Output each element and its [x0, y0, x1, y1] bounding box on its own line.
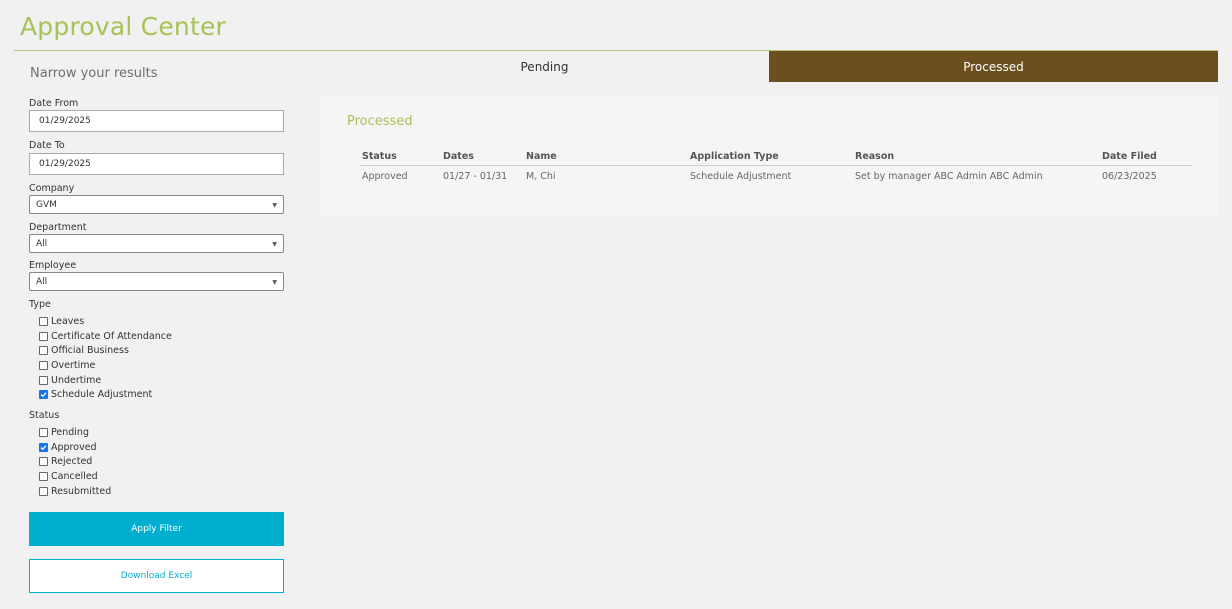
checkbox[interactable]: [39, 375, 48, 385]
status-option[interactable]: Rejected: [39, 454, 111, 469]
tab-bar: Pending Processed: [320, 51, 1218, 82]
chevron-down-icon: ▼: [272, 241, 277, 248]
date-from-label: Date From: [29, 98, 79, 109]
type-label: Type: [29, 299, 51, 310]
apply-filter-button[interactable]: Apply Filter: [29, 512, 284, 546]
status-option-label: Cancelled: [51, 470, 98, 482]
filter-heading: Narrow your results: [30, 66, 158, 81]
type-option-label: Schedule Adjustment: [51, 389, 153, 401]
checkbox[interactable]: [39, 471, 48, 481]
table-header: Status Dates Name Application Type Reaso…: [360, 148, 1192, 166]
column-header[interactable]: Dates: [443, 151, 526, 162]
tab-processed[interactable]: Processed: [769, 51, 1218, 82]
company-select-value: GVM: [36, 199, 57, 210]
dates-cell: 01/27 - 01/31: [443, 171, 508, 182]
employee-select[interactable]: All ▼: [29, 272, 284, 291]
status-label: Status: [29, 410, 60, 421]
company-label: Company: [29, 183, 75, 194]
department-select-value: All: [36, 238, 48, 249]
status-option[interactable]: Cancelled: [39, 469, 111, 484]
type-option[interactable]: Leaves: [39, 314, 172, 329]
status-option[interactable]: Approved: [39, 440, 111, 455]
date-from-input[interactable]: [29, 110, 284, 132]
column-header[interactable]: Reason: [855, 151, 1102, 162]
checkbox[interactable]: [39, 316, 48, 326]
employee-select-value: All: [36, 276, 48, 287]
type-option-label: Undertime: [51, 374, 102, 386]
type-option-label: Certificate Of Attendance: [51, 330, 172, 342]
tab-pending[interactable]: Pending: [320, 51, 769, 82]
checkbox-checked[interactable]: [39, 390, 48, 400]
application-type-cell: Schedule Adjustment: [690, 171, 792, 182]
date-to-label: Date To: [29, 140, 65, 151]
status-option-label: Resubmitted: [51, 485, 112, 497]
type-option-label: Leaves: [51, 315, 85, 327]
column-header[interactable]: Name: [526, 151, 690, 162]
download-excel-button[interactable]: Download Excel: [29, 559, 284, 593]
status-option[interactable]: Resubmitted: [39, 484, 111, 499]
department-label: Department: [29, 222, 87, 233]
checkbox[interactable]: [39, 360, 48, 370]
checkbox[interactable]: [39, 331, 48, 341]
name-cell: M, Chi: [526, 171, 556, 182]
employee-label: Employee: [29, 260, 77, 271]
checkbox[interactable]: [39, 486, 48, 496]
column-header[interactable]: Application Type: [690, 151, 855, 162]
date-filed-cell: 06/23/2025: [1102, 171, 1157, 182]
type-option[interactable]: Schedule Adjustment: [39, 387, 172, 402]
status-option-label: Approved: [51, 441, 97, 453]
check-icon: [40, 444, 47, 450]
department-select[interactable]: All ▼: [29, 234, 284, 253]
results-panel: Processed Status Dates Name Application …: [320, 96, 1218, 215]
type-option[interactable]: Certificate Of Attendance: [39, 329, 172, 344]
checkbox[interactable]: [39, 457, 48, 467]
results-table: Status Dates Name Application Type Reaso…: [360, 148, 1192, 187]
type-option-label: Overtime: [51, 359, 96, 371]
date-to-input[interactable]: [29, 153, 284, 175]
company-select[interactable]: GVM ▼: [29, 195, 284, 214]
check-icon: [40, 392, 47, 398]
type-checkbox-list: Leaves Certificate Of Attendance Official …: [39, 314, 172, 402]
checkbox-checked[interactable]: [39, 442, 48, 452]
results-title: Processed: [347, 114, 413, 129]
chevron-down-icon: ▼: [272, 202, 277, 209]
type-option[interactable]: Undertime: [39, 373, 172, 388]
reason-cell: Set by manager ABC Admin ABC Admin: [855, 171, 1043, 182]
checkbox[interactable]: [39, 346, 48, 356]
status-option-label: Rejected: [51, 456, 93, 468]
status-option-label: Pending: [51, 426, 89, 438]
column-header[interactable]: Date Filed: [1102, 151, 1192, 162]
page-title: Approval Center: [20, 12, 227, 41]
type-option[interactable]: Overtime: [39, 358, 172, 373]
type-option-label: Official Business: [51, 345, 129, 357]
table-row[interactable]: Approved 01/27 - 01/31 M, Chi Schedule A…: [360, 166, 1192, 187]
checkbox[interactable]: [39, 427, 48, 437]
status-cell: Approved: [362, 171, 408, 182]
status-checkbox-list: Pending Approved Rejected Cancelled Resubmit…: [39, 425, 111, 498]
status-option[interactable]: Pending: [39, 425, 111, 440]
column-header[interactable]: Status: [360, 151, 443, 162]
type-option[interactable]: Official Business: [39, 343, 172, 358]
chevron-down-icon: ▼: [272, 279, 277, 286]
